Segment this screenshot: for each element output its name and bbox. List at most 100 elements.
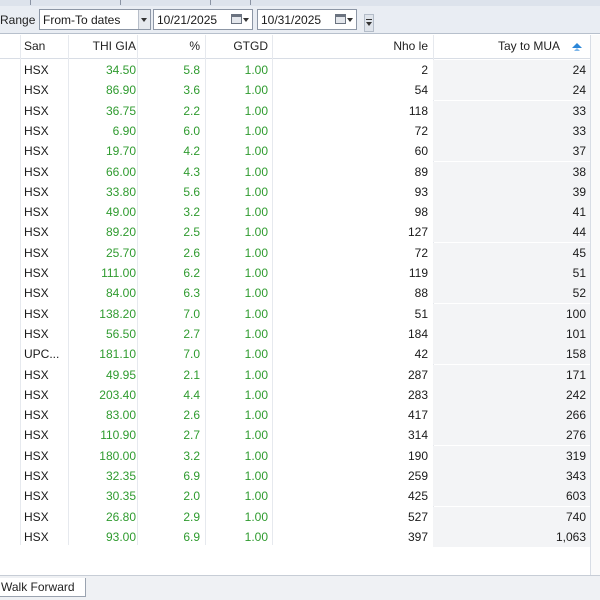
cell-san: UPC... (24, 347, 60, 362)
cell-san: HSX (24, 529, 49, 544)
cell-nho-le: 93 (414, 184, 428, 199)
cell-thi-gia: 181.10 (99, 347, 136, 362)
cell-thi-gia: 32.35 (105, 469, 136, 483)
cell-san: HSX (24, 428, 49, 443)
cell-tay-to-mua: 24 (572, 63, 586, 77)
cell-nho-le: 51 (414, 306, 428, 321)
toolbar-separator (120, 0, 121, 5)
cell-nho-le: 287 (407, 367, 428, 382)
cell-thi-gia: 138.20 (99, 306, 136, 321)
table-row[interactable]: HSX 49.95 2.1 1.00 287 171 (0, 364, 600, 385)
table-row[interactable]: HSX 25.70 2.6 1.00 72 45 (0, 242, 600, 263)
cell-san: HSX (24, 367, 49, 382)
table-row[interactable]: UPC... 181.10 7.0 1.00 42 158 (0, 344, 600, 365)
table-row[interactable]: HSX 36.75 2.2 1.00 118 33 (0, 100, 600, 121)
column-header-tay-to-mua[interactable]: Tay to MUA (436, 35, 560, 58)
cell-tay-to-mua: 44 (572, 225, 586, 240)
vertical-scrollbar[interactable] (590, 35, 600, 575)
results-grid: San THI GIA % GTGD Nho le Tay to MUA HSX… (0, 35, 600, 575)
table-row[interactable]: HSX 32.35 6.9 1.00 259 343 (0, 466, 600, 486)
cell-nho-le: 259 (407, 469, 428, 483)
table-row[interactable]: HSX 111.00 6.2 1.00 119 51 (0, 263, 600, 283)
cell-san: HSX (24, 387, 49, 402)
chevron-down-icon[interactable] (243, 18, 249, 22)
cell-nho-le: 397 (407, 529, 428, 544)
cell-san: HSX (24, 123, 49, 138)
table-row[interactable]: HSX 34.50 5.8 1.00 2 24 (0, 60, 600, 80)
cell-gtgd: 1.00 (244, 469, 268, 483)
sheet-tab-walk-forward[interactable]: Walk Forward (0, 578, 86, 597)
cell-tay-to-mua: 33 (572, 103, 586, 118)
cell-thi-gia: 33.80 (105, 184, 136, 199)
column-header-nho-le[interactable]: Nho le (274, 35, 428, 58)
cell-tay-to-mua: 171 (565, 367, 586, 382)
table-row[interactable]: HSX 26.80 2.9 1.00 527 740 (0, 506, 600, 527)
cell-gtgd: 1.00 (244, 306, 268, 321)
cell-thi-gia: 89.20 (105, 225, 136, 240)
cell-nho-le: 190 (407, 448, 428, 463)
toolbar-separator (30, 0, 31, 5)
table-row[interactable]: HSX 49.00 3.2 1.00 98 41 (0, 202, 600, 223)
cell-tay-to-mua: 101 (565, 326, 586, 341)
cell-thi-gia: 25.70 (105, 245, 136, 260)
range-mode-select[interactable]: From-To dates (39, 9, 151, 30)
to-date-picker[interactable]: 10/31/2025 (257, 9, 357, 30)
table-row[interactable]: HSX 203.40 4.4 1.00 283 242 (0, 384, 600, 405)
cell-san: HSX (24, 306, 49, 321)
cell-percent: 4.2 (183, 144, 200, 159)
calendar-icon[interactable] (335, 14, 346, 24)
cell-san: HSX (24, 448, 49, 463)
cell-percent: 2.2 (183, 103, 200, 118)
cell-nho-le: 42 (414, 347, 428, 362)
cell-thi-gia: 111.00 (101, 266, 136, 280)
dropdown-arrow-icon[interactable] (138, 10, 150, 29)
cell-nho-le: 72 (414, 123, 428, 138)
cell-gtgd: 1.00 (244, 448, 268, 463)
table-row[interactable]: HSX 30.35 2.0 1.00 425 603 (0, 486, 600, 507)
from-date-picker[interactable]: 10/21/2025 (153, 9, 253, 30)
table-row[interactable]: HSX 66.00 4.3 1.00 89 38 (0, 161, 600, 182)
cell-gtgd: 1.00 (244, 489, 268, 504)
cell-gtgd: 1.00 (244, 205, 268, 220)
sort-ascending-icon[interactable] (569, 39, 585, 55)
cell-gtgd: 1.00 (244, 245, 268, 260)
cell-gtgd: 1.00 (244, 144, 268, 159)
table-row[interactable]: HSX 180.00 3.2 1.00 190 319 (0, 445, 600, 466)
table-row[interactable]: HSX 110.90 2.7 1.00 314 276 (0, 425, 600, 446)
table-row[interactable]: HSX 93.00 6.9 1.00 397 1,063 (0, 526, 600, 547)
table-row[interactable]: HSX 56.50 2.7 1.00 184 101 (0, 323, 600, 344)
table-row[interactable]: HSX 33.80 5.6 1.00 93 39 (0, 181, 600, 202)
toolbar-overflow-icon[interactable] (364, 14, 374, 32)
cell-thi-gia: 84.00 (105, 286, 136, 301)
table-row[interactable]: HSX 138.20 7.0 1.00 51 100 (0, 303, 600, 324)
cell-gtgd: 1.00 (244, 509, 268, 524)
column-header-percent[interactable]: % (138, 35, 200, 58)
cell-percent: 6.0 (183, 123, 200, 138)
cell-percent: 4.4 (183, 387, 200, 402)
cell-nho-le: 314 (407, 428, 428, 443)
cell-san: HSX (24, 245, 49, 260)
cell-nho-le: 417 (407, 408, 428, 423)
cell-percent: 3.6 (183, 83, 200, 98)
table-row[interactable]: HSX 86.90 3.6 1.00 54 24 (0, 80, 600, 101)
column-header-gtgd[interactable]: GTGD (206, 35, 268, 58)
table-row[interactable]: HSX 89.20 2.5 1.00 127 44 (0, 222, 600, 243)
column-header-thi-gia[interactable]: THI GIA (70, 35, 136, 58)
cell-percent: 2.7 (183, 428, 200, 443)
cell-thi-gia: 86.90 (105, 83, 136, 98)
cell-percent: 7.0 (183, 306, 200, 321)
cell-tay-to-mua: 242 (565, 387, 586, 402)
cell-san: HSX (24, 408, 49, 423)
cell-thi-gia: 49.95 (105, 367, 136, 382)
table-row[interactable]: HSX 84.00 6.3 1.00 88 52 (0, 283, 600, 304)
cell-nho-le: 60 (414, 144, 428, 159)
table-row[interactable]: HSX 83.00 2.6 1.00 417 266 (0, 405, 600, 426)
table-row[interactable]: HSX 19.70 4.2 1.00 60 37 (0, 141, 600, 162)
calendar-icon[interactable] (231, 14, 242, 24)
column-header-san[interactable]: San (24, 35, 45, 58)
cell-percent: 6.3 (183, 286, 200, 301)
chevron-down-icon[interactable] (347, 18, 353, 22)
from-date-value: 10/21/2025 (157, 13, 218, 27)
table-row[interactable]: HSX 6.90 6.0 1.00 72 33 (0, 120, 600, 141)
cell-san: HSX (24, 469, 49, 483)
